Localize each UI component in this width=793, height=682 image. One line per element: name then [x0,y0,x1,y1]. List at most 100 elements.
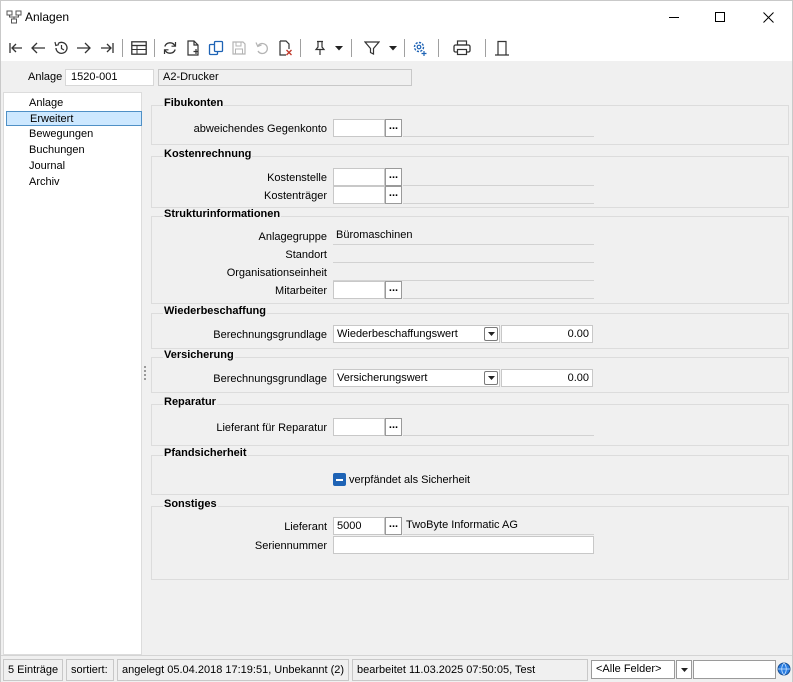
wiederbeschaffung-amount[interactable]: 0.00 [501,325,593,343]
search-field-select[interactable]: <Alle Felder> [591,660,675,679]
maximize-button[interactable] [697,1,743,33]
caret-down-icon [335,45,343,50]
section-navigation: Anlage Erweitert Bewegungen Buchungen Jo… [3,92,142,655]
lieferant-input[interactable]: 5000 [333,517,385,535]
pin-icon [314,40,326,55]
anlagegruppe-value: Büromaschinen [333,227,594,245]
maximize-icon [715,12,725,22]
save-icon [232,41,246,55]
verpfaendet-checkbox[interactable] [333,473,346,486]
caret-down-icon [389,45,397,50]
kostentraeger-label: Kostenträger [264,190,327,202]
dropdown-button[interactable] [484,371,498,385]
reparatur-lieferant-input[interactable] [333,418,385,436]
table-icon [131,41,147,55]
copy-record-button[interactable] [205,37,227,59]
versicherung-grundlage-select[interactable]: Versicherungswert [333,369,500,387]
lieferant-label: Lieferant [284,521,327,533]
mitarbeiter-lookup-button[interactable]: ... [385,281,402,299]
reparatur-lieferant-label: Lieferant für Reparatur [216,422,327,434]
seriennummer-label: Seriennummer [254,540,327,552]
mitarbeiter-input[interactable] [333,281,385,299]
gegenkonto-label: abweichendes Gegenkonto [193,123,327,135]
arrow-right-icon [77,42,91,54]
globe-search-icon[interactable] [777,662,791,676]
settings-button[interactable] [409,37,431,59]
new-document-icon [187,40,199,56]
search-input[interactable] [693,660,776,679]
mitarbeiter-label: Mitarbeiter [275,285,327,297]
anlage-id-field[interactable]: 1520-001 [65,69,154,86]
nav-item-archiv[interactable]: Archiv [6,175,142,190]
first-record-icon [9,43,22,53]
toolbar-separator [122,39,123,57]
minimize-icon [669,17,679,18]
printer-icon [453,40,471,56]
section-title: Fibukonten [163,97,225,109]
previous-record-button[interactable] [27,37,49,59]
copy-icon [208,40,224,56]
gear-icon [413,41,427,56]
versicherung-amount[interactable]: 0.00 [501,369,593,387]
toolbar-separator [404,39,405,57]
table-view-button[interactable] [128,37,150,59]
undo-icon [255,42,268,55]
reparatur-lieferant-lookup-button[interactable]: ... [385,418,402,436]
gegenkonto-input[interactable] [333,119,385,137]
gegenkonto-description [403,119,594,137]
history-icon [54,41,68,54]
save-button[interactable] [228,37,250,59]
caret-down-icon [487,332,495,336]
pin-dropdown-button[interactable] [332,37,346,59]
delete-record-button[interactable] [274,37,296,59]
sort-status: sortiert: [66,659,114,681]
refresh-button[interactable] [159,37,181,59]
standort-label: Standort [285,249,327,261]
edited-info: bearbeitet 11.03.2025 07:50:05, Test [352,659,588,681]
close-button[interactable] [745,1,791,33]
wiederbeschaffung-grundlage-select[interactable]: Wiederbeschaffungswert [333,325,500,343]
kostenstelle-lookup-button[interactable]: ... [385,168,402,186]
print-button[interactable] [451,37,473,59]
kostenstelle-input[interactable] [333,168,385,186]
lieferant-lookup-button[interactable]: ... [385,517,402,535]
undo-button[interactable] [251,37,273,59]
search-field-dropdown-button[interactable] [676,660,692,679]
minimize-button[interactable] [651,1,697,33]
dropdown-button[interactable] [484,327,498,341]
anlage-label: Anlage [28,71,63,83]
filter-dropdown-button[interactable] [386,37,400,59]
nav-item-buchungen[interactable]: Buchungen [6,143,142,158]
door-exit-button[interactable] [491,37,513,59]
caret-down-icon [487,376,495,380]
first-record-button[interactable] [5,37,27,59]
caret-down-icon [680,667,688,672]
selected-value: Versicherungswert [337,372,428,384]
pin-button[interactable] [309,37,331,59]
nav-item-anlage[interactable]: Anlage [6,96,142,111]
door-icon [495,40,509,56]
verpfaendet-label[interactable]: verpfändet als Sicherheit [349,474,470,486]
kostentraeger-lookup-button[interactable]: ... [385,186,402,204]
nav-item-journal[interactable]: Journal [6,159,142,174]
toolbar-separator [485,39,486,57]
nav-item-erweitert[interactable]: Erweitert [6,111,142,126]
section-title: Sonstiges [163,498,218,510]
history-button[interactable] [50,37,72,59]
anlage-name-field: A2-Drucker [158,69,412,86]
record-count: 5 Einträge [3,659,63,681]
gegenkonto-lookup-button[interactable]: ... [385,119,402,137]
mitarbeiter-description [403,281,594,299]
filter-button[interactable] [361,37,383,59]
title-bar: Anlagen [1,1,792,33]
new-record-button[interactable] [182,37,204,59]
nav-item-bewegungen[interactable]: Bewegungen [6,127,142,142]
toolbar [1,34,792,61]
kostenstelle-description [403,168,594,186]
seriennummer-input[interactable] [333,536,594,554]
kostentraeger-input[interactable] [333,186,385,204]
next-record-button[interactable] [73,37,95,59]
section-title: Pfandsicherheit [163,447,248,459]
last-record-button[interactable] [96,37,118,59]
asset-tree-icon [6,10,22,24]
